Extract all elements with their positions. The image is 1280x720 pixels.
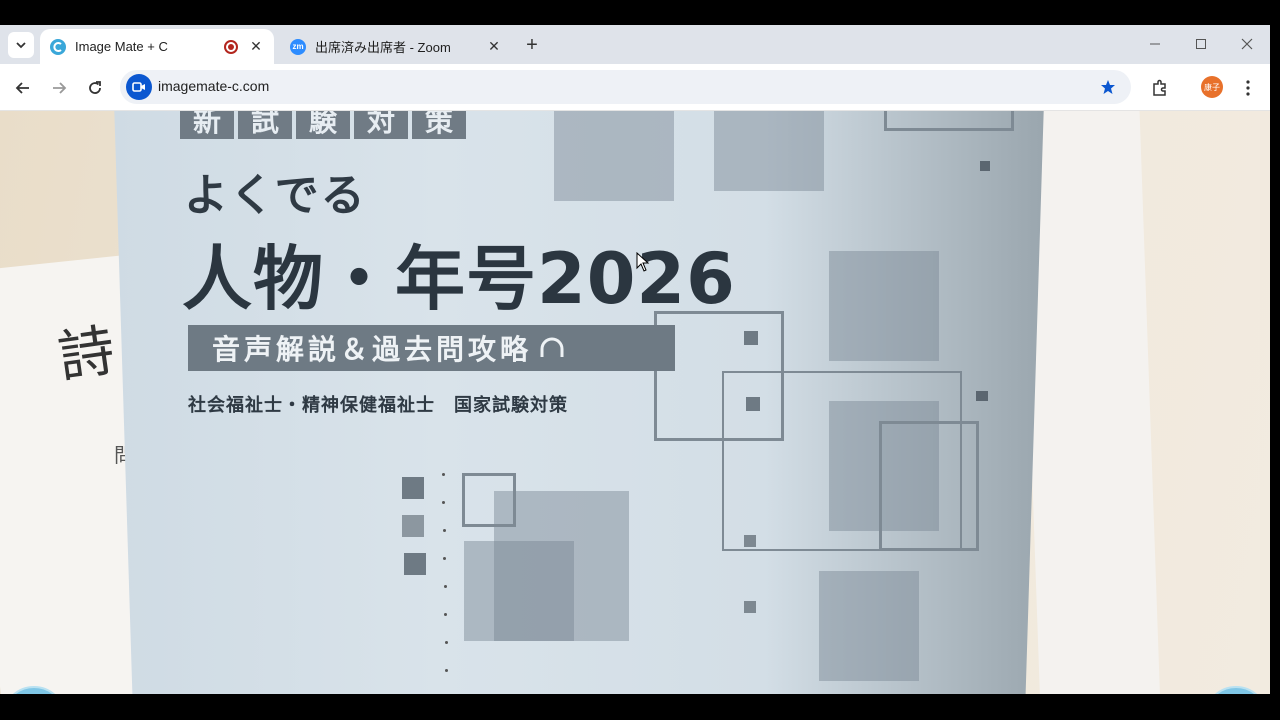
cover-tag-char: 対 <box>354 111 408 139</box>
maximize-button[interactable] <box>1181 31 1221 57</box>
tab-title: 出席済み出席者 - Zoom <box>315 40 451 55</box>
tab-title: Image Mate + C <box>75 39 168 54</box>
scroll-up-button-right[interactable]: ▲ <box>1204 686 1268 694</box>
video-content: 詩 問 新 試 験 対 策 よくでる 人物・年号2026 音声解説＆過去問攻略 … <box>0 111 1270 694</box>
maximize-icon <box>1196 39 1206 49</box>
profile-avatar[interactable]: 康子 <box>1201 76 1223 98</box>
bookmark-star-icon[interactable] <box>1097 76 1119 98</box>
minimize-button[interactable] <box>1135 31 1175 57</box>
address-bar[interactable]: imagemate-c.com <box>120 70 1131 104</box>
recording-icon <box>224 39 238 54</box>
headphones-icon <box>540 337 564 357</box>
cover-title: 人物・年号2026 <box>182 238 736 320</box>
tab-imagemate[interactable]: Image Mate + C ✕ <box>40 29 274 64</box>
handwritten-text: 詩 <box>54 318 119 391</box>
forward-button[interactable] <box>45 74 73 102</box>
new-tab-button[interactable]: + <box>520 33 544 57</box>
book-cover: 新 試 験 対 策 よくでる 人物・年号2026 音声解説＆過去問攻略 社会福祉… <box>114 111 1044 694</box>
reload-icon <box>89 81 101 94</box>
more-vert-icon <box>1246 80 1250 96</box>
toolbar: imagemate-c.com 康子 <box>0 64 1270 111</box>
zoom-icon: zm <box>290 38 306 55</box>
mouse-cursor-icon <box>636 252 650 272</box>
minimize-icon <box>1150 43 1160 45</box>
close-tab-icon[interactable]: ✕ <box>486 38 502 55</box>
cover-tag-char: 験 <box>296 111 350 139</box>
close-icon <box>1241 38 1253 50</box>
cover-tag-char: 策 <box>412 111 466 139</box>
puzzle-icon <box>1153 79 1166 96</box>
arrow-right-icon <box>53 82 67 94</box>
cover-band-text: 音声解説＆過去問攻略 <box>212 333 533 366</box>
tab-strip: Image Mate + C ✕ zm 出席済み出席者 - Zoom ✕ + <box>0 25 1270 64</box>
cover-tag-char: 試 <box>238 111 292 139</box>
url-text[interactable]: imagemate-c.com <box>158 78 269 94</box>
tab-search-button[interactable] <box>8 32 34 58</box>
reload-button[interactable] <box>81 74 109 102</box>
letterbox-top <box>0 0 1280 25</box>
close-window-button[interactable] <box>1227 31 1267 57</box>
back-button[interactable] <box>9 74 37 102</box>
browser-window: Image Mate + C ✕ zm 出席済み出席者 - Zoom ✕ + i… <box>0 25 1270 694</box>
tab-zoom[interactable]: zm 出席済み出席者 - Zoom ✕ <box>280 29 512 64</box>
menu-button[interactable] <box>1234 74 1262 102</box>
cover-tag-char: 新 <box>180 111 234 139</box>
imagemate-icon <box>50 38 66 55</box>
cover-band: 音声解説＆過去問攻略 <box>188 325 675 371</box>
close-tab-icon[interactable]: ✕ <box>248 38 264 55</box>
arrow-left-icon <box>15 82 29 94</box>
cover-footer: 社会福祉士・精神保健福祉士 国家試験対策 <box>188 395 568 416</box>
video-camera-icon[interactable] <box>126 74 152 100</box>
letterbox-bottom <box>0 694 1280 720</box>
cover-subtitle: よくでる <box>184 170 367 221</box>
chevron-down-icon <box>16 42 26 49</box>
extensions-button[interactable] <box>1146 74 1174 102</box>
